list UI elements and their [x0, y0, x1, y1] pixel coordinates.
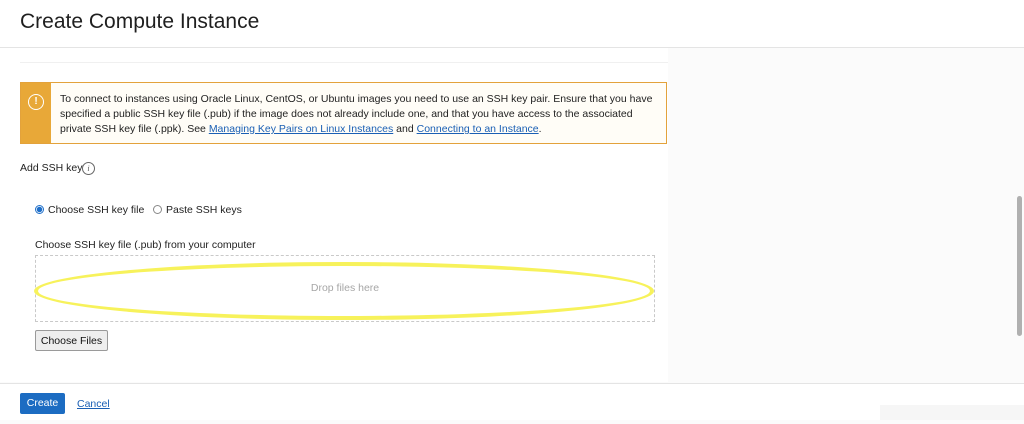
- file-dropzone[interactable]: Drop files here: [34, 255, 655, 322]
- page-header: Create Compute Instance: [0, 0, 1024, 48]
- add-ssh-key-label: Add SSH key: [20, 162, 83, 174]
- warning-icon: !: [28, 94, 44, 110]
- alert-text-middle: and: [393, 123, 417, 135]
- ssh-warning-alert: ! To connect to instances using Oracle L…: [20, 82, 667, 144]
- alert-sidebar: !: [21, 83, 51, 143]
- action-footer: Create Cancel: [0, 383, 1024, 420]
- choose-ssh-key-file-option[interactable]: Choose SSH key file: [35, 204, 144, 216]
- cancel-link[interactable]: Cancel: [77, 398, 110, 410]
- radio-selected-icon[interactable]: [35, 205, 44, 214]
- managing-key-pairs-link[interactable]: Managing Key Pairs on Linux Instances: [209, 123, 393, 135]
- paste-ssh-keys-option[interactable]: Paste SSH keys: [153, 204, 242, 216]
- radio-unselected-icon[interactable]: [153, 205, 162, 214]
- ssh-key-card: Choose SSH key file Paste SSH keys Choos…: [20, 184, 668, 382]
- ssh-file-caption: Choose SSH key file (.pub) from your com…: [35, 239, 256, 251]
- footer-panel: [880, 405, 1024, 420]
- section-divider: [20, 62, 668, 63]
- create-button[interactable]: Create: [20, 393, 65, 414]
- page-title: Create Compute Instance: [20, 10, 260, 33]
- main-panel: ! To connect to instances using Oracle L…: [0, 48, 668, 382]
- info-icon[interactable]: i: [82, 162, 95, 175]
- ssh-key-card-body: Choose SSH key file Paste SSH keys Choos…: [20, 184, 668, 382]
- paste-ssh-keys-label: Paste SSH keys: [166, 204, 242, 216]
- scrollbar-thumb[interactable]: [1017, 196, 1022, 336]
- alert-message: To connect to instances using Oracle Lin…: [60, 92, 660, 137]
- alert-text-after: .: [538, 123, 542, 135]
- highlight-ellipse: [34, 262, 654, 320]
- choose-files-button[interactable]: Choose Files: [35, 330, 108, 351]
- choose-ssh-key-file-label: Choose SSH key file: [48, 204, 145, 216]
- connecting-instance-link[interactable]: Connecting to an Instance: [417, 123, 539, 135]
